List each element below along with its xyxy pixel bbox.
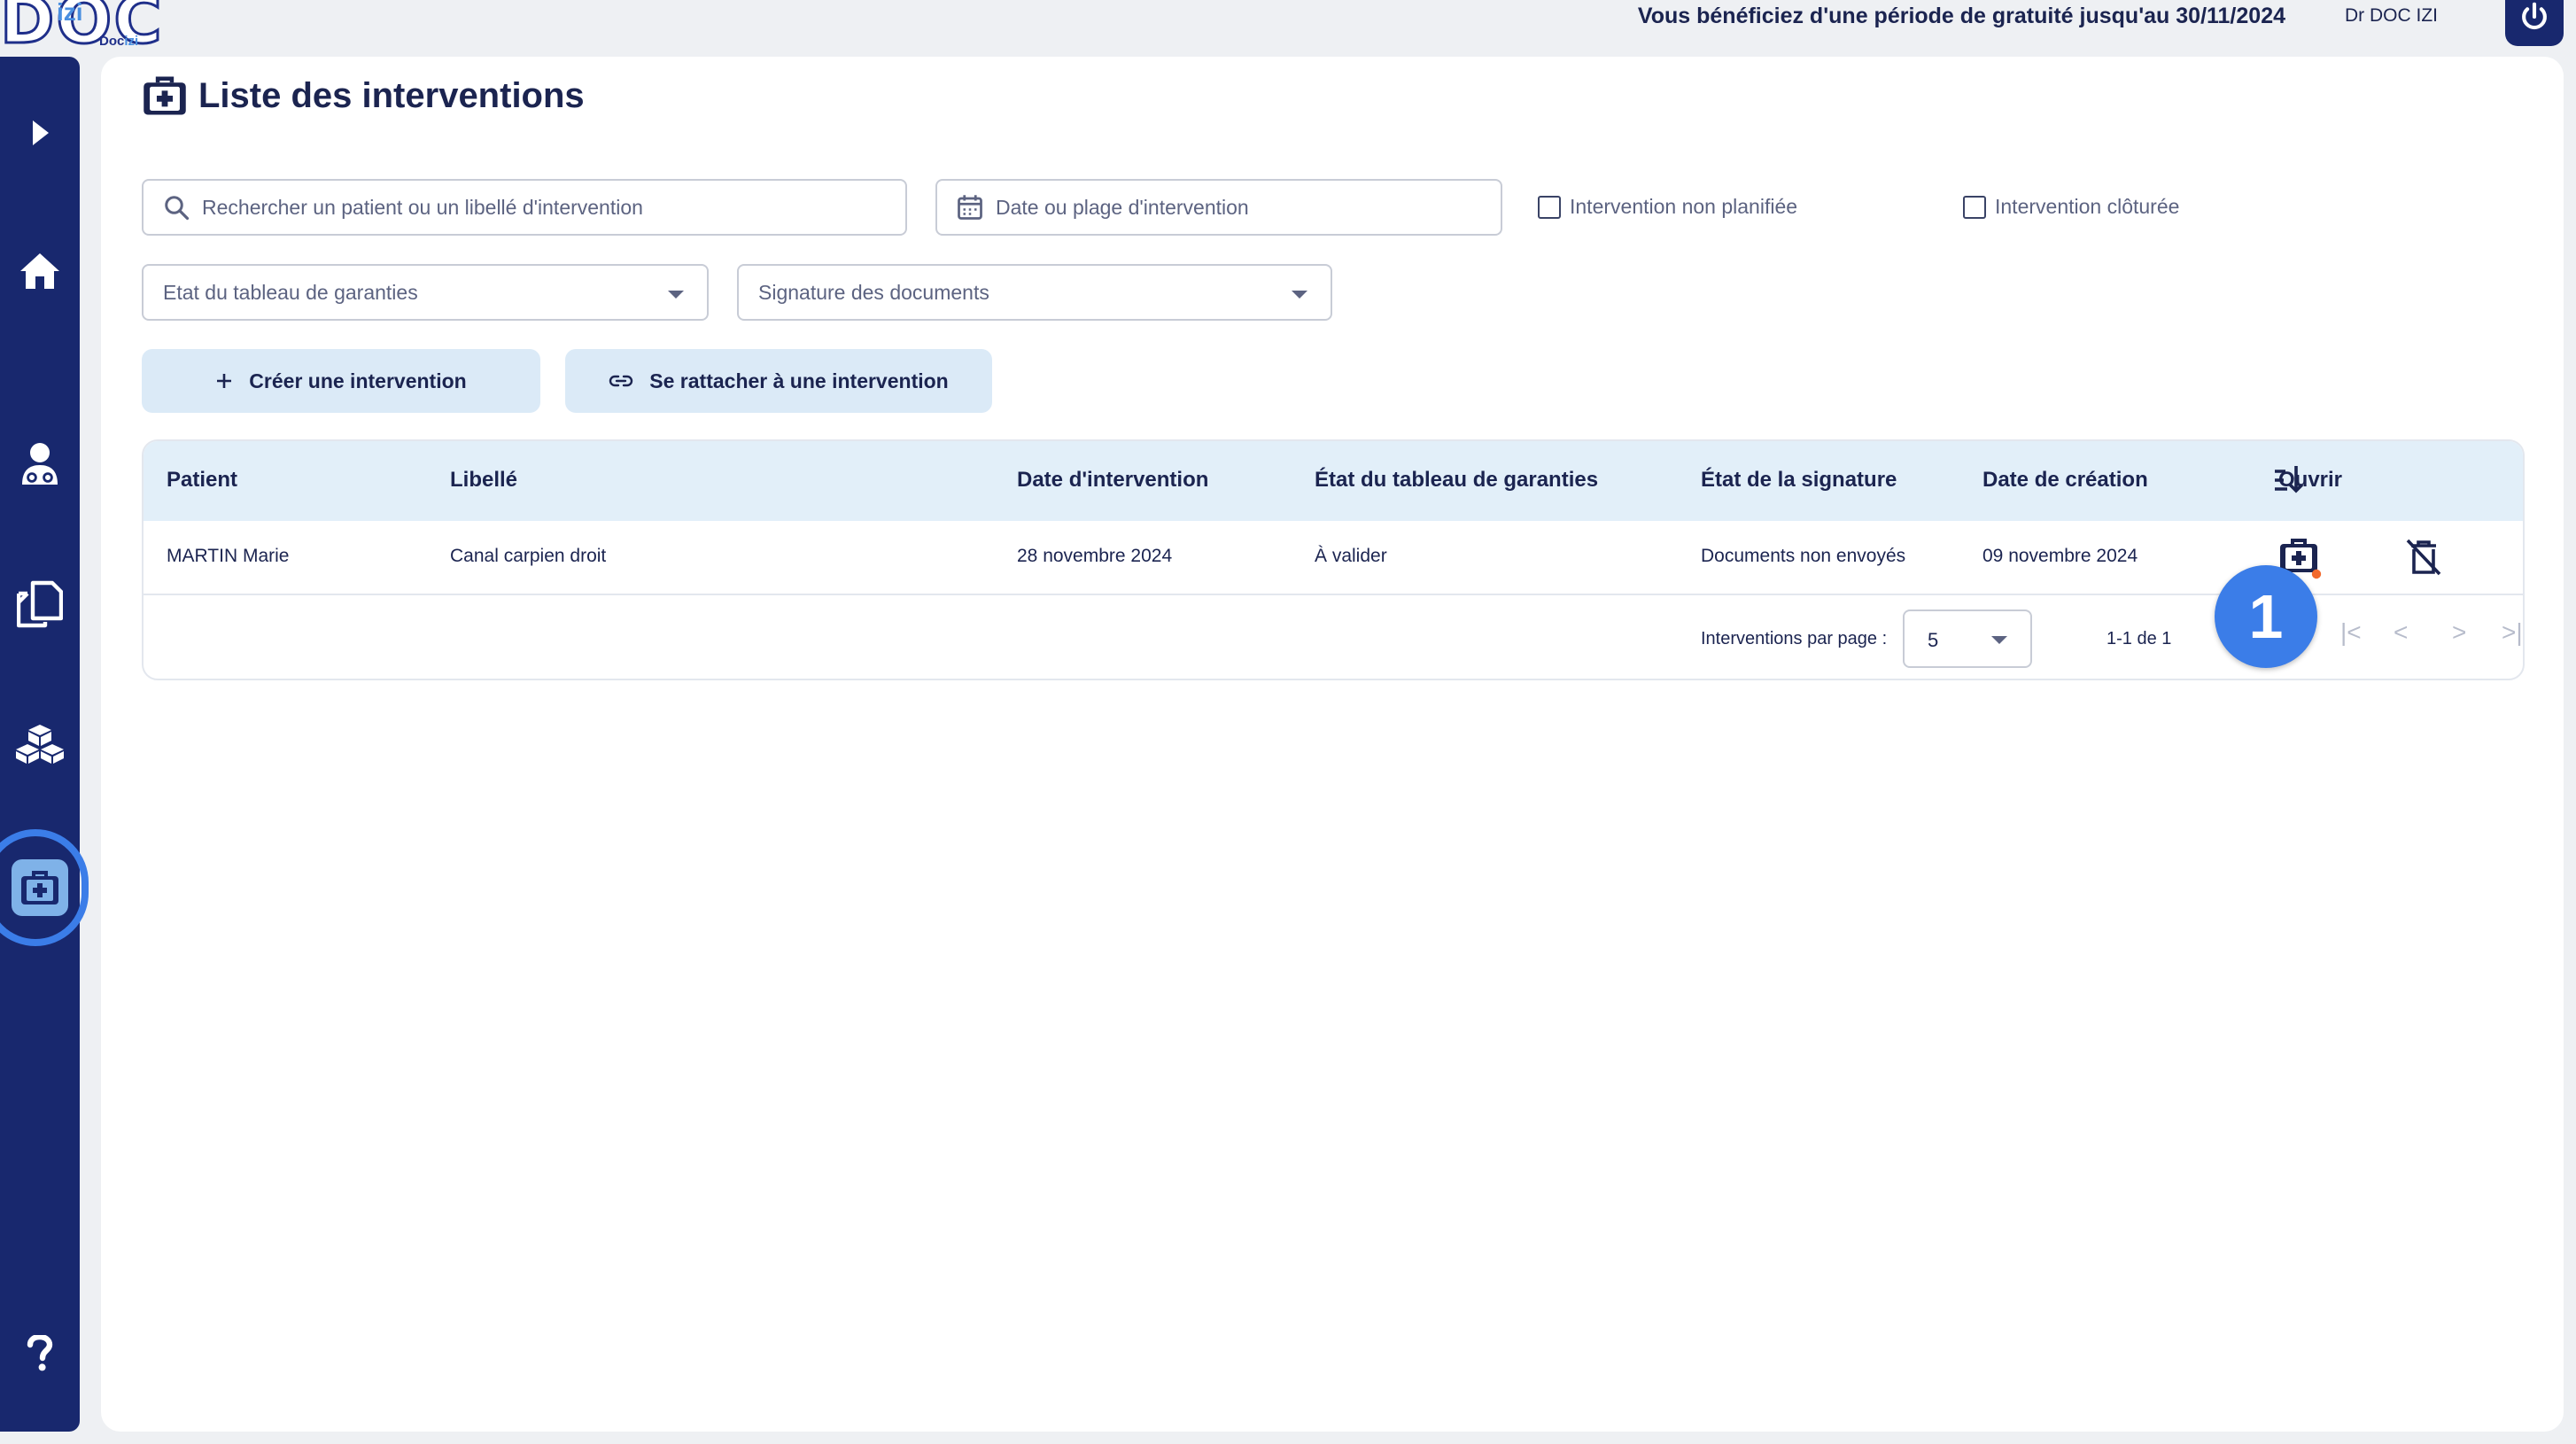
documents-icon	[17, 580, 63, 628]
chevron-down-icon	[668, 291, 684, 299]
search-input[interactable]: Rechercher un patient ou un libellé d'in…	[142, 179, 907, 236]
date-placeholder: Date ou plage d'intervention	[996, 195, 1249, 219]
top-bar: DOC izi Docizi Vous bénéficiez d'une pér…	[0, 0, 2576, 60]
closed-checkbox-box[interactable]	[1963, 195, 1986, 219]
doctor-icon	[22, 443, 58, 485]
boxes-icon	[16, 725, 64, 764]
prev-page-icon[interactable]: <	[2394, 618, 2408, 647]
per-page-label: Interventions par page :	[1701, 629, 1888, 648]
main-panel: Liste des interventions Rechercher un pa…	[101, 57, 2564, 1432]
user-name[interactable]: Dr DOC IZI	[2345, 5, 2438, 27]
last-page-icon[interactable]: >|	[2502, 618, 2523, 647]
medical-case-icon	[144, 76, 186, 115]
cell-guarantee-state: À valider	[1315, 546, 1387, 566]
cell-date: 28 novembre 2024	[1017, 546, 1173, 566]
attach-intervention-label: Se rattacher à une intervention	[649, 369, 949, 392]
sidebar-item-home[interactable]	[0, 236, 80, 307]
medical-case-icon	[21, 871, 58, 904]
chevron-down-icon	[1292, 291, 1307, 299]
chevron-down-icon	[1991, 636, 2007, 644]
header-guarantee-state[interactable]: État du tableau de garanties	[1315, 468, 1598, 493]
logo-subtitle: Docizi	[99, 34, 138, 49]
unplanned-checkbox[interactable]: Intervention non planifiée	[1538, 195, 1797, 219]
logo-izi: izi	[57, 0, 83, 26]
tutorial-step-marker: 1	[2215, 565, 2317, 668]
search-placeholder: Rechercher un patient ou un libellé d'in…	[202, 195, 643, 219]
header-patient[interactable]: Patient	[167, 468, 237, 493]
trial-notice: Vous bénéficiez d'une période de gratuit…	[1637, 4, 2285, 28]
help-icon	[27, 1335, 53, 1371]
pagination-range: 1-1 de 1	[2107, 629, 2172, 648]
logo-sub-b: izi	[124, 34, 139, 49]
create-intervention-button[interactable]: Créer une intervention	[142, 349, 540, 413]
header-label[interactable]: Libellé	[450, 468, 517, 493]
notification-dot	[2311, 569, 2322, 579]
unplanned-checkbox-box[interactable]	[1538, 195, 1561, 219]
power-button[interactable]	[2505, 0, 2564, 46]
cell-signature-state: Documents non envoyés	[1701, 546, 1906, 566]
cell-patient: MARTIN Marie	[167, 546, 290, 566]
unplanned-checkbox-label: Intervention non planifiée	[1570, 195, 1798, 218]
search-icon	[163, 194, 190, 221]
page-title: Liste des interventions	[142, 74, 585, 117]
sidebar-expand[interactable]	[0, 97, 80, 168]
cell-label: Canal carpien droit	[450, 546, 607, 566]
expand-arrow-icon	[33, 120, 49, 145]
sidebar-item-boxes[interactable]	[0, 709, 80, 780]
delete-disabled-icon	[2406, 539, 2441, 576]
date-range-input[interactable]: Date ou plage d'intervention	[935, 179, 1502, 236]
per-page-value: 5	[1928, 629, 1939, 651]
sidebar-item-documents[interactable]	[0, 569, 80, 640]
delete-intervention-button[interactable]	[2406, 539, 2441, 580]
guarantee-state-select[interactable]: Etat du tableau de garanties	[142, 264, 709, 321]
sidebar-item-doctors[interactable]	[0, 429, 80, 500]
home-icon	[20, 253, 59, 289]
header-signature-state[interactable]: État de la signature	[1701, 468, 1897, 493]
header-created[interactable]: Date de création	[1982, 468, 2148, 493]
logo-sub-a: Doc	[99, 34, 125, 49]
table-row[interactable]: MARTIN Marie Canal carpien droit 28 nove…	[144, 521, 2523, 595]
attach-intervention-button[interactable]: Se rattacher à une intervention	[565, 349, 992, 413]
first-page-icon[interactable]: |<	[2340, 618, 2362, 647]
interventions-table: Patient Libellé Date d'intervention État…	[142, 439, 2525, 680]
plus-icon	[217, 374, 232, 388]
docizi-logo[interactable]: DOC izi Docizi	[0, 0, 163, 60]
signature-placeholder: Signature des documents	[758, 280, 989, 304]
cell-created: 09 novembre 2024	[1982, 546, 2138, 566]
active-item-box	[12, 859, 68, 916]
create-intervention-label: Créer une intervention	[249, 369, 467, 392]
next-page-icon[interactable]: >	[2452, 618, 2466, 647]
page-title-text: Liste des interventions	[198, 75, 585, 115]
signature-select[interactable]: Signature des documents	[737, 264, 1332, 321]
link-icon	[609, 375, 633, 387]
sidebar-item-interventions[interactable]	[0, 852, 80, 923]
header-open: Ouvrir	[2278, 468, 2343, 492]
guarantee-state-placeholder: Etat du tableau de garanties	[163, 280, 418, 304]
closed-checkbox-label: Intervention clôturée	[1995, 195, 2180, 218]
calendar-icon	[957, 194, 983, 221]
sidebar	[0, 57, 89, 1432]
sidebar-item-help[interactable]	[0, 1318, 80, 1389]
header-date[interactable]: Date d'intervention	[1017, 468, 1208, 493]
closed-checkbox[interactable]: Intervention clôturée	[1963, 195, 2179, 219]
table-header: Patient Libellé Date d'intervention État…	[144, 441, 2523, 521]
per-page-select[interactable]: 5	[1903, 609, 2032, 668]
power-icon	[2522, 2, 2547, 30]
